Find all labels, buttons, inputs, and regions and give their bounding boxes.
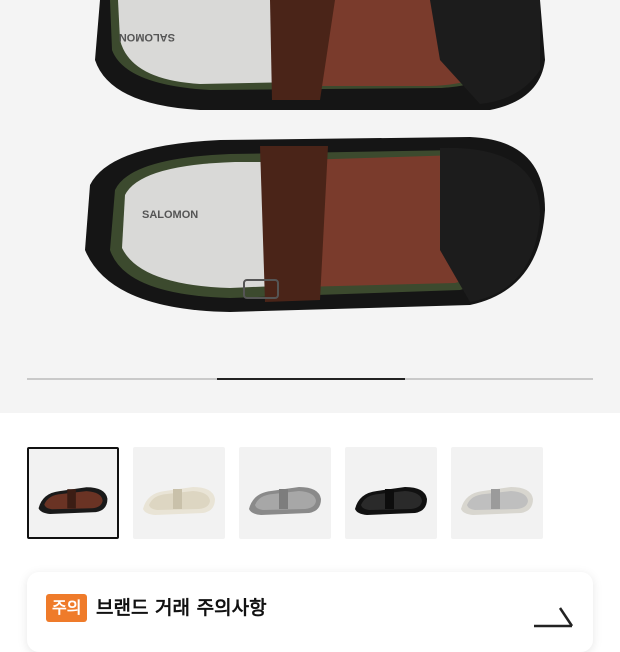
shoe-top: SALOMON — [95, 0, 545, 110]
thumbnail-brown[interactable] — [27, 447, 119, 539]
product-photo: SALOMON SALOMON — [85, 0, 545, 312]
thumbnail-cream[interactable] — [133, 447, 225, 539]
brand-text-top: SALOMON — [119, 31, 175, 43]
thumbnail-shoe-image — [355, 487, 427, 515]
thumbnail-light-grey[interactable] — [451, 447, 543, 539]
gallery-progress-indicator — [217, 378, 405, 380]
product-image-gallery[interactable]: SALOMON SALOMON — [0, 0, 620, 413]
notice-badge: 주의 — [46, 594, 88, 622]
thumbnail-grey[interactable] — [239, 447, 331, 539]
thumbnail-shoe-image — [461, 487, 533, 515]
arrow-right-icon[interactable] — [532, 594, 576, 634]
thumbnail-strip — [27, 447, 593, 539]
thumbnail-shoe-image — [38, 487, 108, 515]
notice-title: 브랜드 거래 주의사항 — [96, 597, 267, 619]
shoe-bottom: SALOMON — [85, 137, 545, 312]
thumbnail-shoe-image — [143, 487, 215, 515]
brand-text-bottom: SALOMON — [142, 209, 198, 221]
thumbnail-black[interactable] — [345, 447, 437, 539]
thumbnail-shoe-image — [249, 487, 321, 515]
gallery-progress-track — [27, 378, 593, 380]
brand-trade-notice-card[interactable]: 주의 브랜드 거래 주의사항 — [27, 572, 593, 652]
